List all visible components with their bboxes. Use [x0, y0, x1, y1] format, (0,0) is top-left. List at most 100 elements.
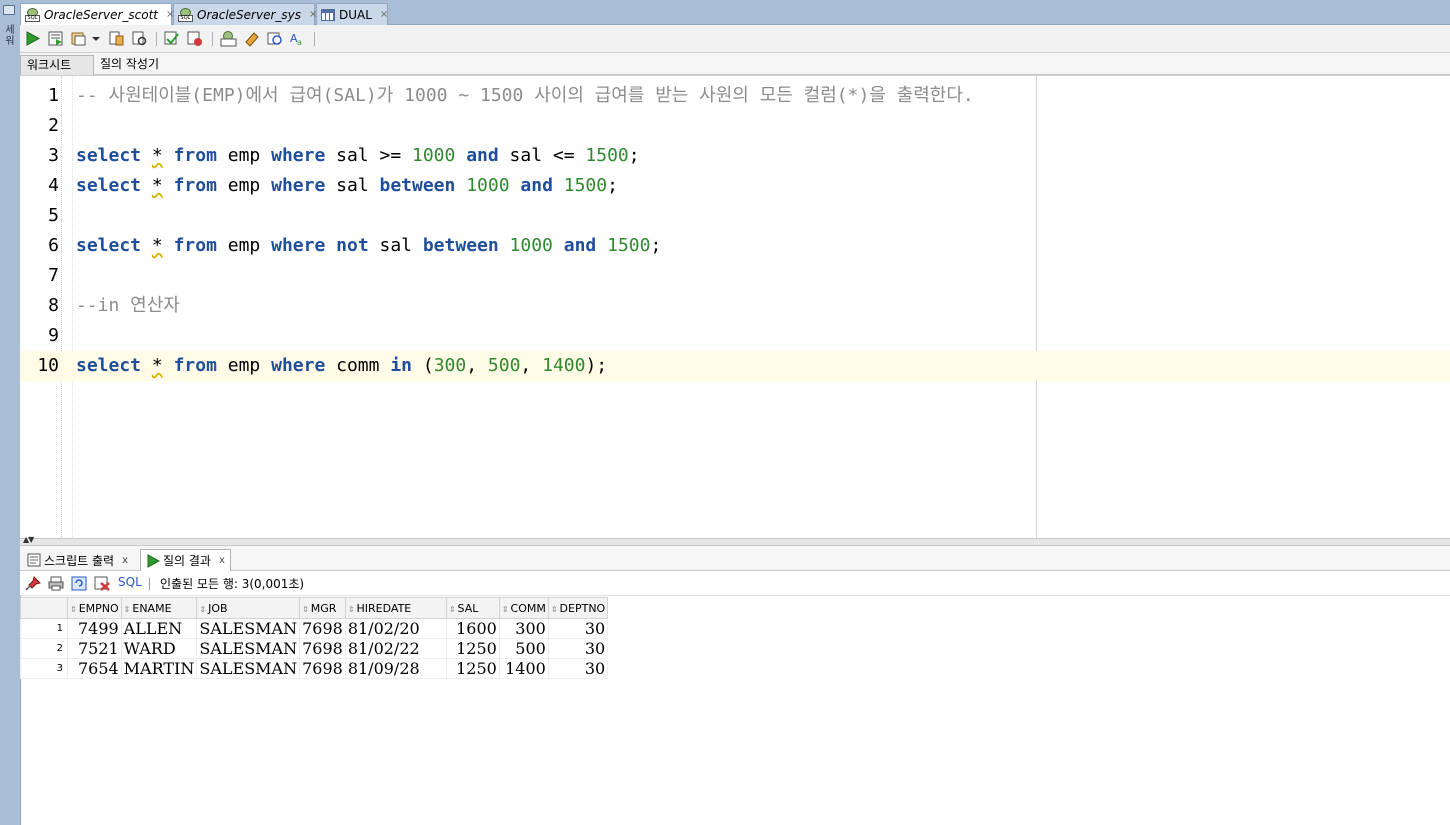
cell-comm[interactable]: 1400	[498, 658, 549, 679]
cell-hiredate[interactable]: 81/02/22	[344, 638, 447, 659]
column-header-hiredate[interactable]: ⇕ HIREDATE	[344, 597, 447, 619]
sql-number: 1000	[412, 145, 456, 166]
cell-deptno[interactable]: 30	[547, 638, 609, 659]
code-line[interactable]: 7	[20, 261, 1450, 291]
table-row[interactable]: 2 7521 WARD SALESMAN 7698 81/02/22 1250 …	[20, 638, 609, 659]
tab-worksheet[interactable]: 워크시트	[20, 55, 94, 75]
left-strip-label[interactable]: 세 워	[3, 25, 17, 47]
rollback-icon[interactable]	[186, 30, 203, 47]
cell-hiredate[interactable]: 81/02/20	[344, 618, 447, 639]
cell-ename[interactable]: ALLEN	[120, 618, 198, 639]
close-icon[interactable]: x	[122, 555, 128, 566]
chevron-down-icon[interactable]	[91, 30, 101, 47]
cell-ename[interactable]: WARD	[120, 638, 198, 659]
sql-keyword: from	[173, 235, 217, 256]
table-row[interactable]: 1 7499 ALLEN SALESMAN 7698 81/02/20 1600…	[20, 618, 609, 639]
column-header-job[interactable]: ⇕ JOB	[196, 597, 301, 619]
cell-deptno[interactable]: 30	[547, 618, 609, 639]
table-row[interactable]: 3 7654 MARTIN SALESMAN 7698 81/09/28 125…	[20, 658, 609, 679]
cell-deptno[interactable]: 30	[547, 658, 609, 679]
history-icon[interactable]	[266, 30, 283, 47]
sql-number: 1000	[509, 235, 553, 256]
sql-number: 1500	[585, 145, 629, 166]
column-header-deptno[interactable]: ⇕ DEPTNO	[547, 597, 609, 619]
sql-token: ;	[628, 145, 640, 166]
code-line[interactable]: 4 select * from emp where sal between 100…	[20, 171, 1450, 201]
code-line[interactable]: 3 select * from emp where sal >= 1000 and…	[20, 141, 1450, 171]
tab-oracleserver-sys[interactable]: SQL OracleServer_sys ×	[173, 3, 317, 25]
line-number: 9	[48, 325, 59, 346]
sql-connection-icon: SQL	[25, 7, 40, 22]
tab-dual[interactable]: DUAL ×	[316, 3, 388, 25]
line-number: 8	[48, 295, 59, 316]
sort-icon: ⇕	[302, 604, 309, 614]
cell-mgr[interactable]: 7698	[299, 638, 346, 659]
cell-hiredate[interactable]: 81/09/28	[344, 658, 447, 679]
cell-sal[interactable]: 1250	[445, 638, 500, 659]
print-icon[interactable]	[48, 576, 64, 591]
cell-mgr[interactable]: 7698	[299, 618, 346, 639]
pin-icon[interactable]	[25, 576, 41, 591]
cell-job[interactable]: SALESMAN	[196, 638, 301, 659]
code-line[interactable]: 1 -- 사원테이블(EMP)에서 급여(SAL)가 1000 ~ 1500 사이…	[20, 81, 1450, 111]
line-number: 1	[48, 85, 59, 106]
explain-plan-icon[interactable]	[108, 30, 125, 47]
column-header-empno[interactable]: ⇕ EMPNO	[67, 597, 122, 619]
code-line[interactable]: 9	[20, 321, 1450, 351]
tab-oracleserver-scott[interactable]: SQL OracleServer_scott ×	[20, 3, 174, 25]
cell-empno[interactable]: 7654	[67, 658, 122, 679]
column-header-sal[interactable]: ⇕ SAL	[445, 597, 500, 619]
cell-job[interactable]: SALESMAN	[196, 618, 301, 639]
left-side-strip: 세 워	[0, 0, 21, 825]
cancel-query-icon[interactable]	[94, 576, 110, 591]
sql-editor[interactable]: 1 -- 사원테이블(EMP)에서 급여(SAL)가 1000 ~ 1500 사이…	[20, 75, 1450, 539]
column-header-comm[interactable]: ⇕ COMM	[498, 597, 549, 619]
cell-empno[interactable]: 7521	[67, 638, 122, 659]
column-header-mgr[interactable]: ⇕ MGR	[299, 597, 346, 619]
cell-sal[interactable]: 1250	[445, 658, 500, 679]
toolbar-separator	[156, 32, 157, 46]
column-header-ename[interactable]: ⇕ ENAME	[120, 597, 198, 619]
run-statement-icon[interactable]	[24, 30, 41, 47]
refresh-icon[interactable]	[71, 576, 87, 591]
unshared-sql-icon[interactable]	[220, 30, 237, 47]
sql-number: 300	[433, 355, 467, 376]
cell-empno[interactable]: 7499	[67, 618, 122, 639]
sql-token: sal <=	[498, 145, 586, 166]
tab-label: 스크립트 출력	[44, 553, 115, 568]
cell-ename[interactable]: MARTIN	[120, 658, 198, 679]
clear-eraser-icon[interactable]	[243, 30, 260, 47]
commit-icon[interactable]	[163, 30, 180, 47]
tab-query-builder[interactable]: 질의 작성기	[94, 55, 165, 75]
sql-link[interactable]: SQL	[118, 575, 142, 589]
sql-keyword: select	[76, 175, 142, 196]
close-icon[interactable]: x	[219, 555, 225, 566]
editor-results-splitter[interactable]: ▲▼	[20, 535, 1450, 546]
results-grid[interactable]: ⇕ EMPNO ⇕ ENAME ⇕ JOB ⇕ MGR ⇕ HIREDATE ⇕ SAL ⇕…	[20, 597, 609, 679]
autotrace-icon[interactable]	[70, 30, 87, 47]
sql-keyword: where	[271, 235, 326, 256]
sql-token: ,	[466, 355, 488, 376]
code-line[interactable]: 10 select * from emp where comm in (300, …	[20, 351, 1450, 381]
cell-comm[interactable]: 500	[498, 638, 549, 659]
sql-tuning-icon[interactable]	[131, 30, 148, 47]
windows-icon[interactable]	[3, 5, 15, 15]
run-script-icon[interactable]	[47, 30, 64, 47]
cell-comm[interactable]: 300	[498, 618, 549, 639]
format-text-icon[interactable]: Aa	[289, 30, 306, 47]
code-line[interactable]: 8 --in 연산자	[20, 291, 1450, 321]
sql-comment: -- 사원테이블(EMP)에서 급여(SAL)가 1000 ~ 1500 사이의…	[76, 85, 974, 106]
cell-job[interactable]: SALESMAN	[196, 658, 301, 679]
cell-mgr[interactable]: 7698	[299, 658, 346, 679]
close-icon[interactable]: ×	[380, 9, 388, 20]
tab-query-result[interactable]: 질의 결과 x	[140, 549, 231, 571]
code-line[interactable]: 2	[20, 111, 1450, 141]
collapse-arrows-icon[interactable]: ▲▼	[23, 535, 34, 544]
tab-script-output[interactable]: 스크립트 출력 x	[22, 549, 133, 571]
cell-sal[interactable]: 1600	[445, 618, 500, 639]
code-line[interactable]: 6 select * from emp where not sal between…	[20, 231, 1450, 261]
code-line[interactable]: 5	[20, 201, 1450, 231]
